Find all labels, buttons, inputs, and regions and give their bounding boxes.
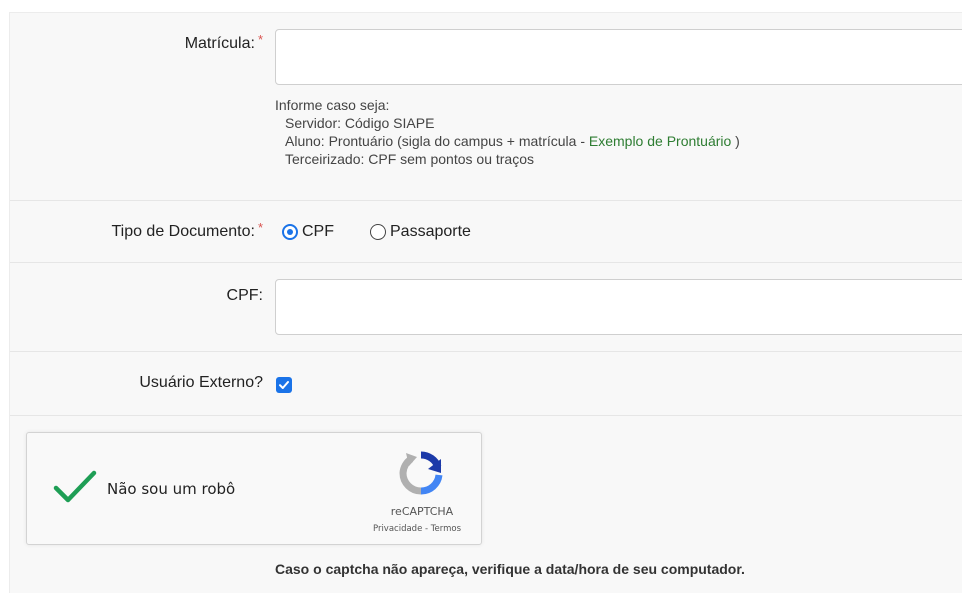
cpf-row: CPF: [10,263,962,352]
matricula-help: Informe caso seja: Servidor: Código SIAP… [275,96,740,168]
usuario-externo-label: Usuário Externo? [139,374,263,391]
matricula-label: Matrícula: * [184,32,263,53]
tipo-documento-label-text: Tipo de Documento: [111,223,255,240]
help-terceirizado: Terceirizado: CPF sem pontos ou traços [285,151,534,167]
radio-passaporte[interactable] [370,224,386,240]
cpf-input[interactable] [275,279,962,335]
recaptcha-brand: reCAPTCHA [390,505,454,518]
recaptcha-link-separator: - [422,524,431,534]
help-servidor: Servidor: Código SIAPE [285,115,435,131]
recaptcha-links: Privacidade - Termos [347,524,487,534]
tipo-documento-label: Tipo de Documento: * [111,220,263,241]
recaptcha-terms-link[interactable]: Termos [431,524,461,534]
radio-option-passaporte[interactable]: Passaporte [370,223,471,241]
recaptcha-label: Não sou um robô [107,480,236,498]
usuario-externo-checkbox[interactable] [276,377,292,393]
captcha-notice: Caso o captcha não apareça, verifique a … [275,561,745,577]
help-aluno-text: Aluno: Prontuário (sigla do campus + mat… [285,133,589,149]
green-checkmark-icon [53,470,97,503]
radio-option-cpf[interactable]: CPF [282,223,334,241]
cpf-label: CPF: [226,287,263,304]
form-panel: Matrícula: * Informe caso seja: Servidor:… [9,12,962,593]
recaptcha-logo-icon [397,449,445,501]
radio-cpf-label: CPF [302,223,334,240]
matricula-label-text: Matrícula: [184,35,255,52]
help-aluno: Aluno: Prontuário (sigla do campus + mat… [275,132,740,150]
help-intro: Informe caso seja: [275,97,390,113]
checkmark-icon [279,381,289,389]
radio-cpf[interactable] [282,224,298,240]
usuario-externo-row: Usuário Externo? [10,352,962,416]
help-aluno-suffix: ) [731,133,740,149]
radio-passaporte-label: Passaporte [390,223,471,240]
matricula-input[interactable] [275,29,962,85]
matricula-row: Matrícula: * Informe caso seja: Servidor:… [10,13,962,201]
tipo-documento-row: Tipo de Documento: * CPF Passaporte [10,201,962,263]
required-mark: * [257,32,263,47]
recaptcha-widget: Não sou um robô reCAPTCHA Privacidade - … [26,432,482,545]
required-mark: * [257,220,263,235]
tipo-documento-radio-group: CPF Passaporte [282,223,507,241]
exemplo-prontuario-link[interactable]: Exemplo de Prontuário [589,133,731,149]
recaptcha-checkbox[interactable] [53,469,97,509]
recaptcha-privacy-link[interactable]: Privacidade [373,524,422,534]
